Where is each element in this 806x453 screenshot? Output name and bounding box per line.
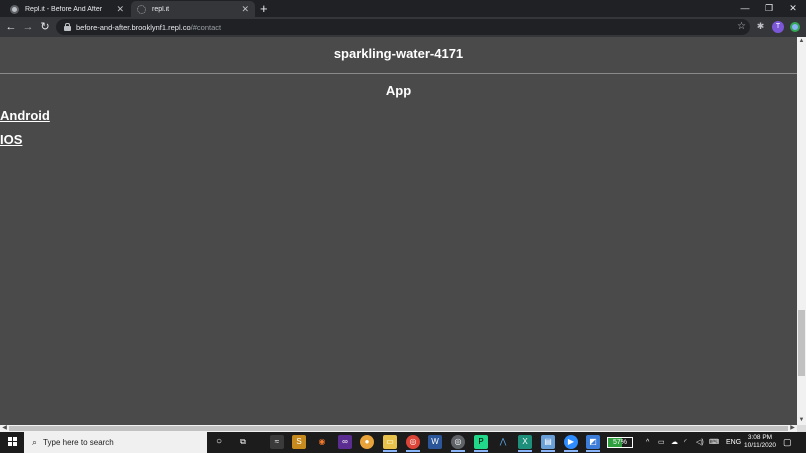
back-arrow-icon[interactable]: ←: [4, 20, 18, 34]
android-link[interactable]: Android: [0, 108, 50, 123]
loading-favicon-icon: [137, 4, 146, 14]
app-icon[interactable]: ≈: [270, 435, 284, 449]
profile-avatar[interactable]: T: [772, 21, 784, 33]
scroll-up-arrow-icon[interactable]: ▲: [797, 37, 806, 46]
close-icon[interactable]: ✕: [241, 4, 249, 15]
site-title: sparkling-water-4171: [333, 46, 464, 61]
visual-studio-icon[interactable]: ∞: [338, 435, 352, 449]
app-icon[interactable]: ▤: [541, 435, 555, 452]
lock-icon[interactable]: [64, 23, 71, 31]
bookmark-star-icon[interactable]: ☆: [737, 19, 746, 35]
pycharm-icon[interactable]: P: [474, 435, 488, 452]
windows-start-icon[interactable]: [8, 437, 18, 447]
notification-center-icon[interactable]: ▢: [783, 437, 792, 448]
tab-replit-before-and-after[interactable]: Repl.it - Before And After ✕: [4, 1, 130, 17]
volume-icon[interactable]: ◁): [696, 436, 704, 449]
app-icon[interactable]: X: [518, 435, 532, 452]
tab-title: Repl.it - Before And After: [25, 5, 103, 13]
scrollbar-corner: [797, 425, 806, 432]
horizontal-scroll-thumb[interactable]: [9, 426, 788, 431]
vertical-scrollbar[interactable]: ▲ ▼: [797, 37, 806, 425]
close-icon[interactable]: ✕: [116, 4, 124, 15]
tab-replit[interactable]: repl.it ✕: [131, 1, 255, 17]
scroll-left-arrow-icon[interactable]: ◀: [0, 425, 9, 432]
blender-icon[interactable]: ◉: [315, 435, 329, 449]
url-host: before-and-after.brooklynf1.repl.co: [76, 22, 191, 32]
section-title: App: [385, 83, 412, 98]
address-bar[interactable]: before-and-after.brooklynf1.repl.co/#con…: [56, 19, 750, 35]
cortana-icon[interactable]: ○: [212, 435, 226, 449]
chrome-icon[interactable]: ◎: [406, 435, 420, 452]
vertical-scroll-thumb[interactable]: [798, 310, 805, 376]
scroll-down-arrow-icon[interactable]: ▼: [797, 416, 806, 425]
page-content: sparkling-water-4171 App Android IOS: [0, 37, 797, 425]
extensions-puzzle-icon[interactable]: ✱: [754, 20, 767, 33]
horizontal-scrollbar[interactable]: ◀ ▶: [0, 425, 797, 432]
app-icon[interactable]: ⋀: [496, 435, 510, 449]
restore-button[interactable]: ❐: [758, 1, 780, 15]
reload-icon[interactable]: ↻: [38, 20, 52, 34]
replit-favicon-icon: [10, 4, 19, 14]
scroll-right-arrow-icon[interactable]: ▶: [788, 425, 797, 432]
battery-indicator[interactable]: 57%: [607, 437, 633, 448]
task-view-icon[interactable]: ⧉: [236, 435, 250, 449]
zoom-icon[interactable]: ▶: [564, 435, 578, 452]
app-icon[interactable]: ●: [360, 435, 374, 449]
show-hidden-icons-chevron-up-icon[interactable]: ^: [646, 436, 649, 449]
language-indicator[interactable]: ENG: [726, 436, 741, 449]
tab-strip: Repl.it - Before And After ✕ repl.it ✕ +…: [0, 0, 806, 17]
extension-icon[interactable]: [790, 22, 800, 32]
tab-title: repl.it: [152, 5, 170, 13]
wifi-icon[interactable]: ◜: [684, 436, 687, 449]
clock-date: 10/11/2020: [743, 442, 777, 449]
url-path: /#contact: [190, 22, 222, 32]
app-icon[interactable]: ◩: [586, 435, 600, 452]
search-icon: ⌕: [32, 437, 38, 447]
new-tab-plus-icon[interactable]: +: [260, 1, 268, 17]
divider: [0, 73, 797, 74]
battery-percent: 57%: [612, 439, 627, 446]
battery-icon[interactable]: ▭: [658, 436, 665, 449]
sublime-text-icon[interactable]: S: [292, 435, 306, 449]
minimize-button[interactable]: —: [734, 1, 756, 15]
clock[interactable]: 3:08 PM 10/11/2020: [742, 434, 778, 450]
chrome-icon[interactable]: ◎: [451, 435, 465, 452]
search-placeholder: Type here to search: [43, 438, 114, 447]
close-window-button[interactable]: ✕: [782, 1, 804, 15]
windows-taskbar: ⌕ Type here to search ○ ⧉ ≈ S ◉ ∞ ● ▭ ◎ …: [0, 432, 806, 453]
clock-time: 3:08 PM: [747, 434, 773, 441]
keyboard-icon[interactable]: ⌨: [709, 436, 719, 449]
browser-toolbar: ← → ↻ before-and-after.brooklynf1.repl.c…: [0, 17, 806, 37]
forward-arrow-icon[interactable]: →: [21, 20, 35, 34]
onedrive-cloud-icon[interactable]: ☁: [671, 436, 678, 449]
file-explorer-icon[interactable]: ▭: [383, 435, 397, 452]
taskbar-search-box[interactable]: ⌕ Type here to search: [24, 432, 207, 453]
ios-link[interactable]: IOS: [0, 132, 22, 147]
word-icon[interactable]: W: [428, 435, 442, 449]
